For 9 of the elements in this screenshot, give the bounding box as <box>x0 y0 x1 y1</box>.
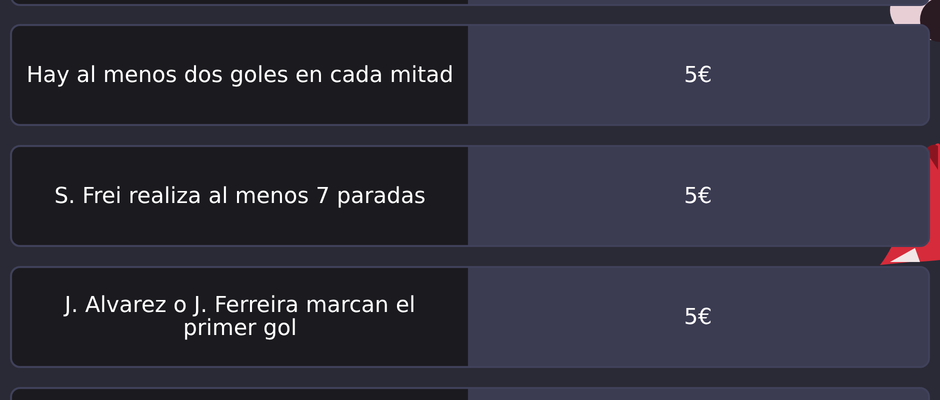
bet-card[interactable]: J. Alvarez o J. Ferreira marcan el primer gol 5€ <box>10 266 930 368</box>
bet-price: 5€ <box>684 184 712 208</box>
bet-card[interactable]: Hay al menos dos goles en cada mitad 5€ <box>10 24 930 126</box>
bet-description: S. Frei realiza al menos 7 paradas <box>54 184 426 208</box>
bet-price: 5€ <box>684 62 712 88</box>
bet-price: 5€ <box>684 304 712 330</box>
bet-card[interactable]: S. Frei realiza al menos 7 paradas 5€ <box>10 145 930 247</box>
bet-description: J. Alvarez o J. Ferreira marcan el primer gol <box>62 294 416 340</box>
bet-description: Hay al menos dos goles en cada mitad <box>26 64 454 86</box>
